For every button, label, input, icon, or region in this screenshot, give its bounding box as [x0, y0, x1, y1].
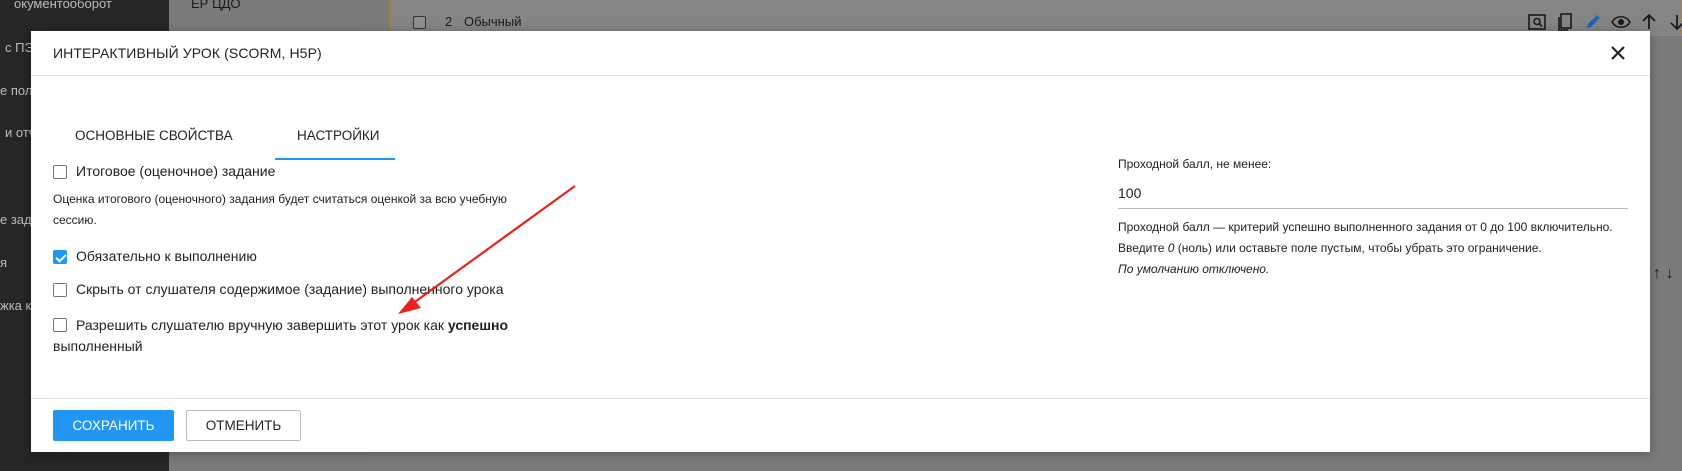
row-checkbox	[413, 16, 426, 29]
edit-icon	[1583, 12, 1603, 32]
passing-score-input[interactable]	[1118, 181, 1628, 209]
close-button[interactable]	[1608, 43, 1628, 63]
background-sort-icons: ↑ ↓	[1653, 265, 1674, 282]
eye-icon	[1611, 12, 1631, 32]
cancel-button[interactable]: ОТМЕНИТЬ	[186, 410, 301, 441]
arrow-up-icon	[1639, 12, 1659, 32]
background-row-tools	[1527, 12, 1682, 32]
final-task-option: Итоговое (оценочное) задание	[53, 163, 275, 179]
search-icon	[1527, 12, 1547, 32]
dialog-footer: СОХРАНИТЬ ОТМЕНИТЬ	[31, 398, 1650, 452]
dialog-title: ИНТЕРАКТИВНЫЙ УРОК (SCORM, H5P)	[53, 45, 322, 61]
hide-content-checkbox[interactable]	[53, 283, 67, 297]
required-option: Обязательно к выполнению	[53, 248, 257, 264]
background-panel-title: ЕР ЦДО	[191, 0, 241, 11]
lesson-settings-dialog: ИНТЕРАКТИВНЫЙ УРОК (SCORM, H5P) ОСНОВНЫЕ…	[31, 31, 1650, 452]
dialog-header: ИНТЕРАКТИВНЫЙ УРОК (SCORM, H5P)	[31, 31, 1650, 76]
passing-score-section: Проходной балл, не менее: Проходной балл…	[1118, 157, 1628, 280]
final-task-checkbox[interactable]	[53, 165, 67, 179]
allow-complete-label-prefix: Разрешить слушателю вручную завершить эт…	[76, 317, 448, 333]
final-task-label: Итоговое (оценочное) задание	[76, 163, 276, 179]
arrow-down-icon	[1667, 12, 1682, 32]
passing-score-help: Проходной балл — критерий успешно выполн…	[1118, 217, 1628, 280]
tab-label: НАСТРОЙКИ	[297, 128, 380, 143]
close-icon	[1611, 46, 1625, 60]
passing-score-label: Проходной балл, не менее:	[1118, 157, 1272, 171]
allow-complete-option: Разрешить слушателю вручную завершить эт…	[53, 315, 523, 357]
required-label: Обязательно к выполнению	[76, 248, 257, 264]
copy-icon	[1555, 12, 1575, 32]
passing-score-help-text-2: (ноль) или оставьте поле пустым, чтобы у…	[1174, 241, 1542, 255]
hide-content-label: Скрыть от слушателя содержимое (задание)…	[76, 281, 504, 297]
required-checkbox[interactable]	[53, 250, 67, 264]
final-task-help: Оценка итогового (оценочного) задания бу…	[53, 192, 507, 227]
allow-complete-checkbox[interactable]	[53, 318, 67, 332]
save-button[interactable]: СОХРАНИТЬ	[53, 410, 174, 441]
passing-score-default-note: По умолчанию отключено.	[1118, 262, 1270, 276]
allow-complete-label-bold: успешно	[447, 317, 509, 333]
row-name: Обычный	[464, 14, 522, 29]
row-number: 2	[445, 14, 453, 29]
tab-label: ОСНОВНЫЕ СВОЙСТВА	[75, 128, 233, 143]
tab-main-properties[interactable]: ОСНОВНЫЕ СВОЙСТВА	[53, 76, 253, 159]
tab-settings[interactable]: НАСТРОЙКИ	[275, 76, 395, 160]
hide-content-option: Скрыть от слушателя содержимое (задание)…	[53, 281, 504, 297]
allow-complete-label-suffix: выполненный	[53, 338, 143, 354]
sidebar-item: окументооборот	[14, 0, 112, 11]
